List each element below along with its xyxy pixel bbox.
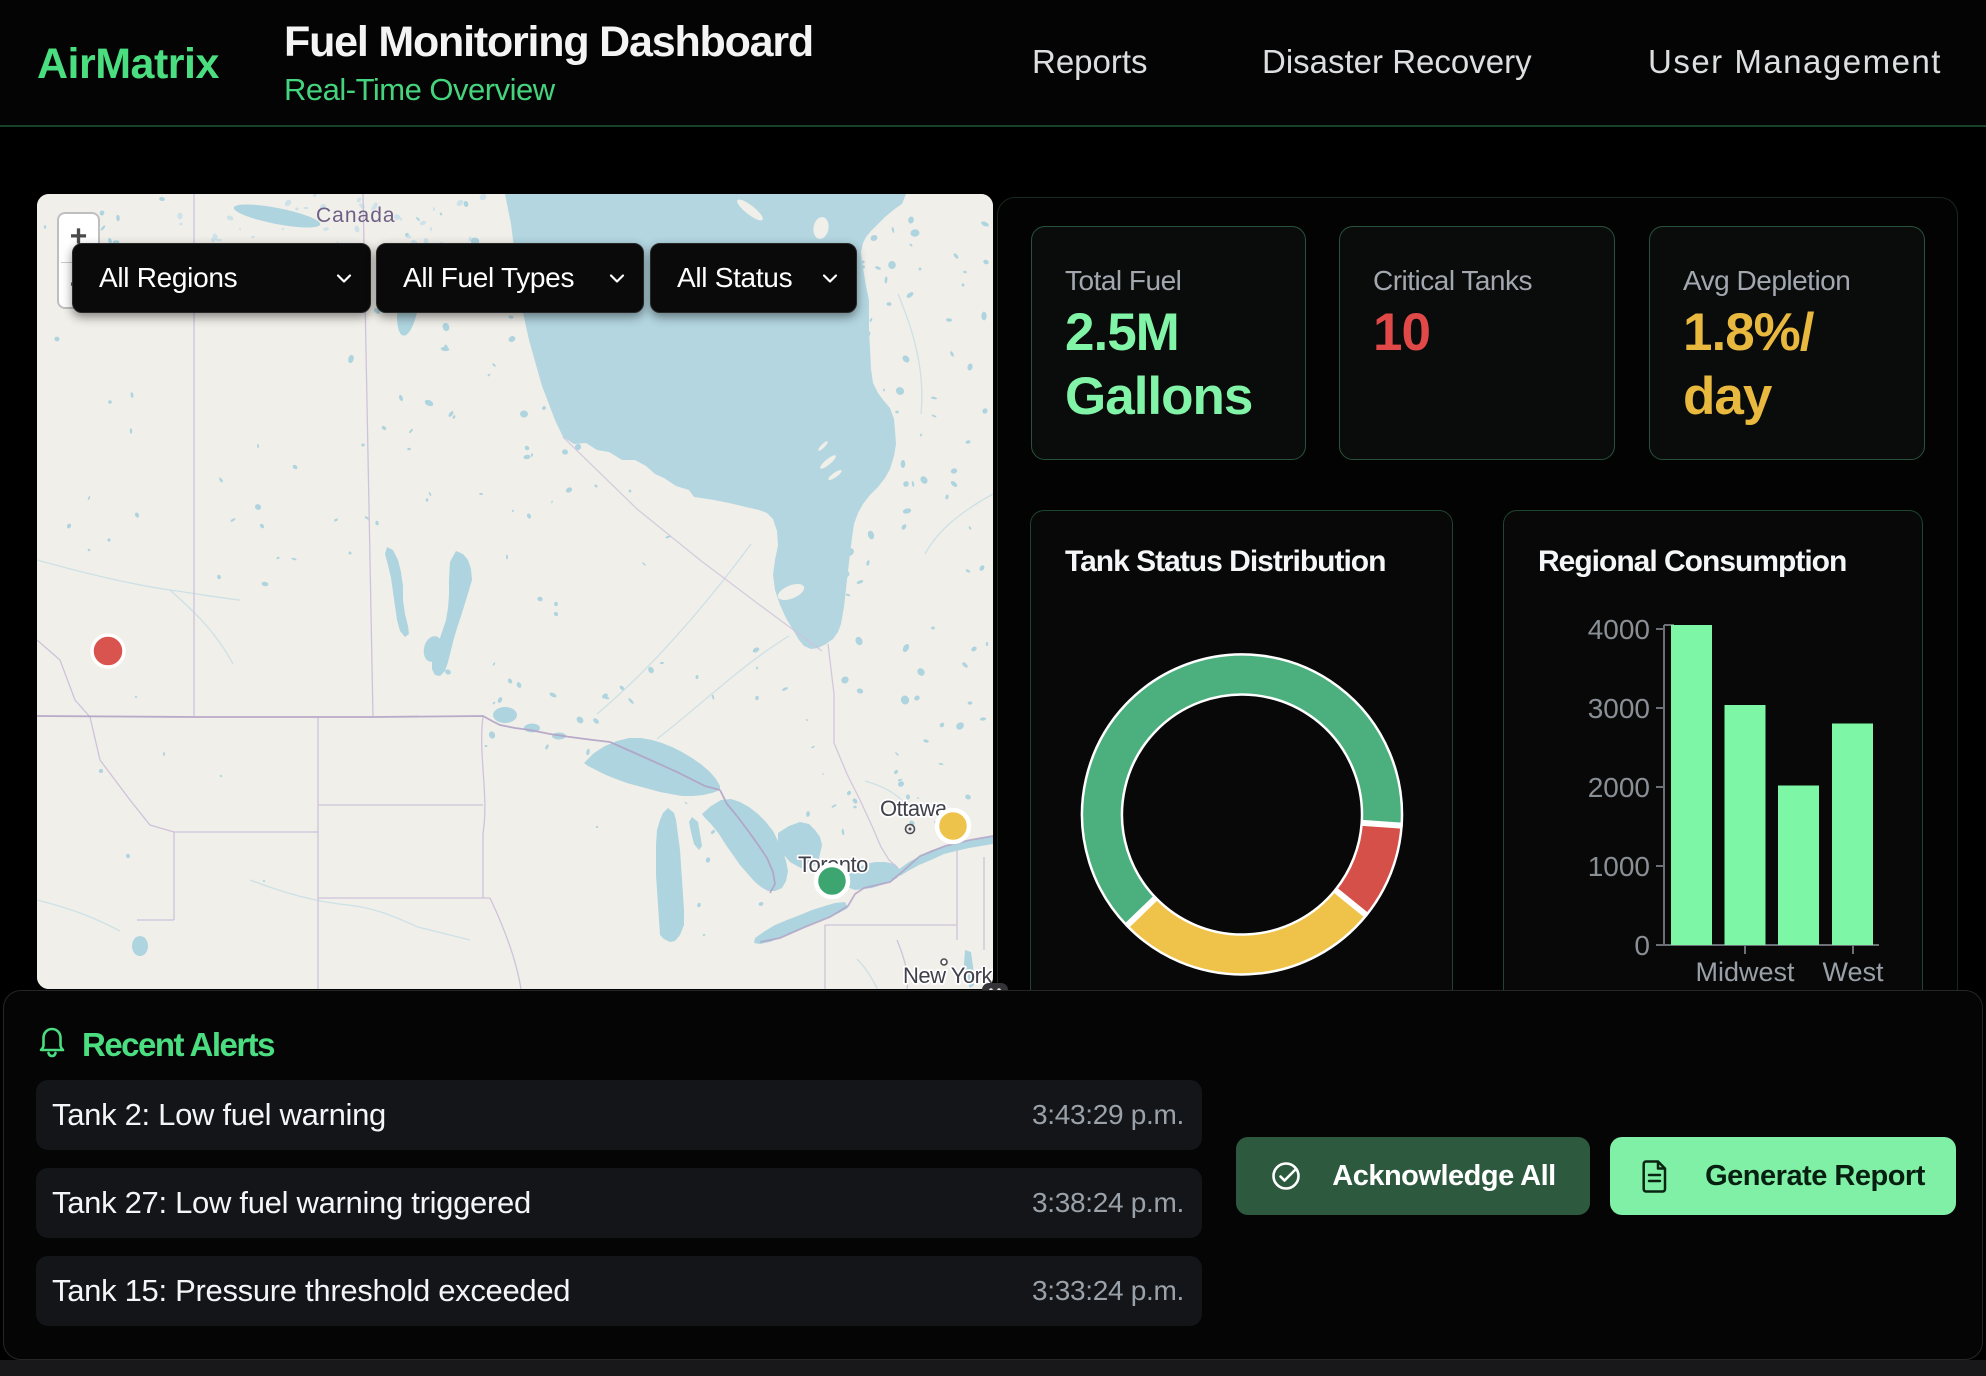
svg-text:Canada: Canada bbox=[316, 204, 396, 227]
svg-text:3000: 3000 bbox=[1588, 693, 1650, 724]
svg-text:2000: 2000 bbox=[1588, 772, 1650, 803]
svg-text:0: 0 bbox=[1634, 930, 1650, 961]
svg-text:4000: 4000 bbox=[1588, 614, 1650, 645]
svg-text:Midwest: Midwest bbox=[1695, 957, 1795, 987]
svg-text:West: West bbox=[1822, 957, 1884, 987]
svg-text:1000: 1000 bbox=[1588, 851, 1650, 882]
svg-text:New York: New York bbox=[903, 963, 993, 988]
